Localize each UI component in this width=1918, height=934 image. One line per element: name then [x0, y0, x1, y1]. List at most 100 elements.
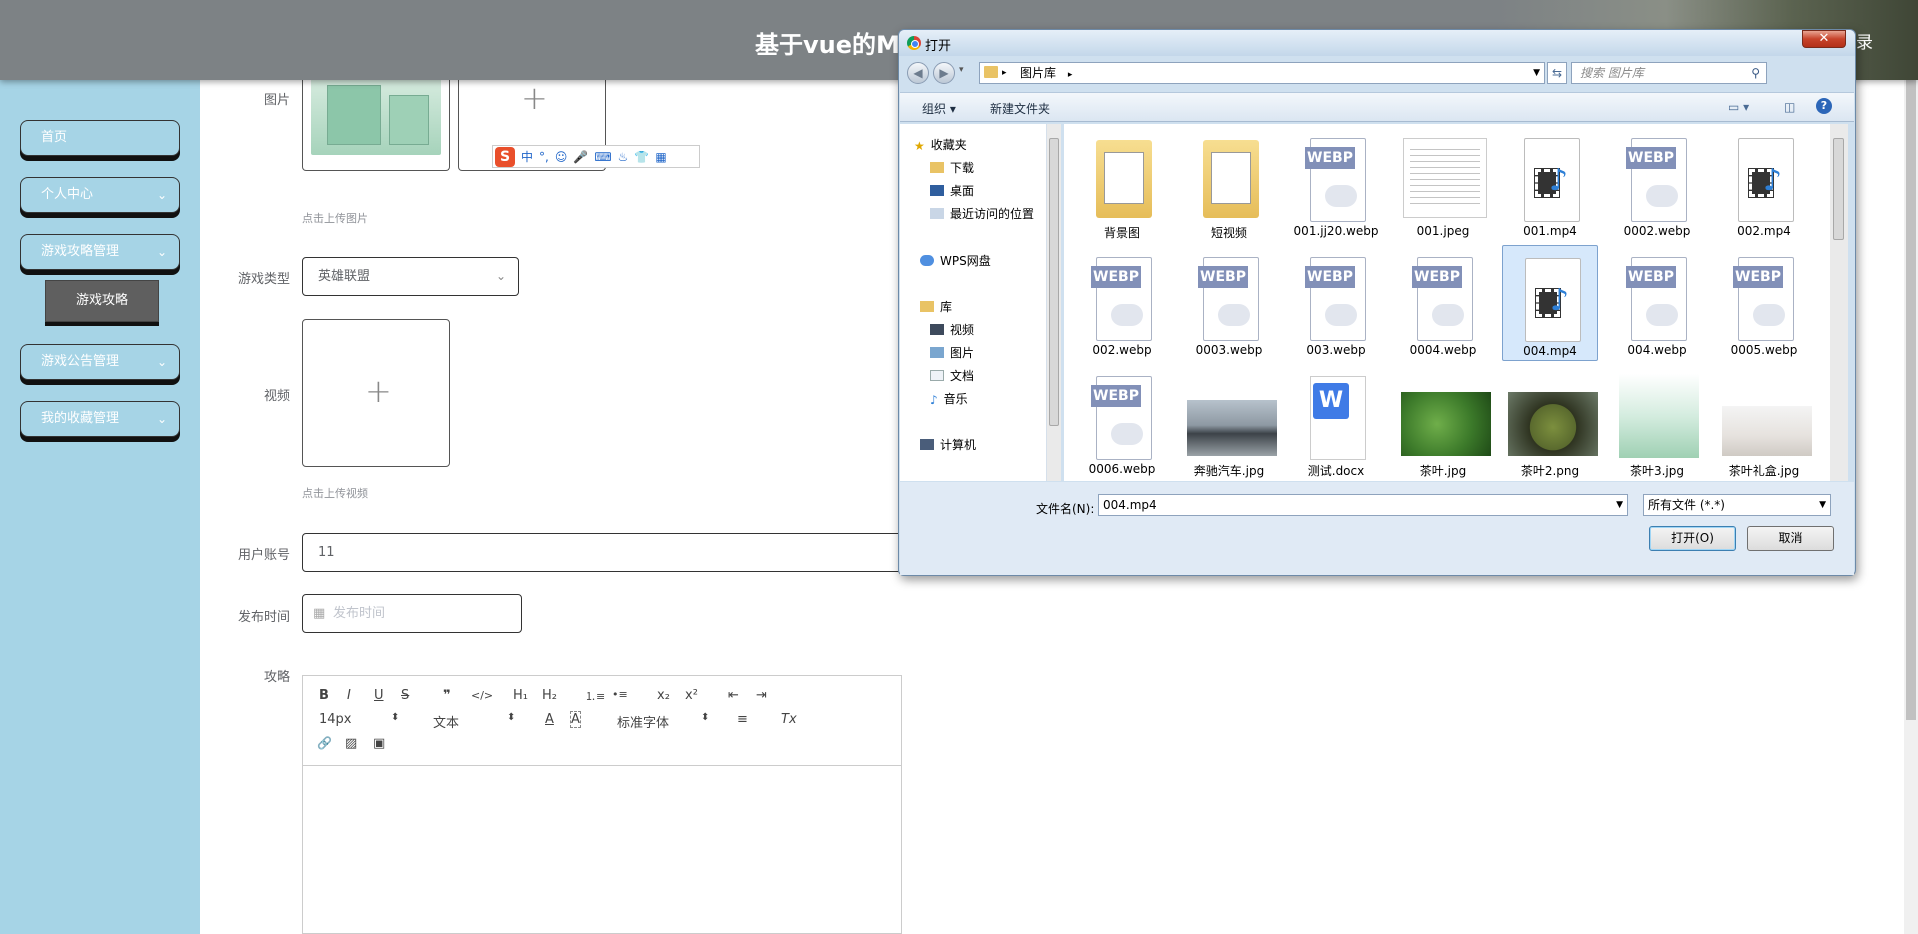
nav-pictures[interactable]: 图片	[930, 344, 974, 361]
file-item[interactable]: WEBP 0004.webp	[1395, 245, 1491, 361]
file-item[interactable]: WEBP 0002.webp	[1609, 126, 1705, 242]
nav-scrollbar-thumb[interactable]	[1049, 138, 1059, 426]
sidebar-subitem-game-strategy[interactable]: 游戏攻略	[45, 280, 159, 322]
file-item[interactable]: 短视频	[1181, 126, 1277, 242]
open-button[interactable]: 打开(O)	[1649, 526, 1736, 551]
chevron-down-icon[interactable]: ▼	[1819, 495, 1826, 515]
file-item[interactable]: WEBP 0006.webp	[1074, 364, 1170, 480]
editor-content-area[interactable]	[303, 767, 901, 933]
file-item[interactable]: WEBP 003.webp	[1288, 245, 1384, 361]
page-scrollbar-thumb[interactable]	[1906, 80, 1916, 720]
chevron-down-icon[interactable]: ▼	[1533, 63, 1540, 83]
nav-libraries[interactable]: 库	[920, 298, 952, 315]
bold-icon[interactable]: B	[319, 688, 329, 703]
file-item[interactable]: 001.jpeg	[1395, 126, 1491, 242]
sidebar-item-home[interactable]: 首页	[20, 120, 180, 156]
file-item[interactable]: 背景图	[1074, 126, 1170, 242]
superscript-icon[interactable]: x²	[685, 688, 698, 703]
recent-locations-icon[interactable]: ▾	[959, 65, 964, 75]
back-icon[interactable]: ◀	[907, 62, 929, 84]
punctuation-icon[interactable]: °,	[539, 150, 549, 164]
close-button[interactable]: ✕	[1802, 30, 1846, 48]
file-item[interactable]: 奔驰汽车.jpg	[1181, 364, 1277, 480]
bullet-list-icon[interactable]: •≡	[612, 688, 628, 701]
strikethrough-icon[interactable]: S	[401, 688, 409, 703]
breadcrumb-path[interactable]: 图片库	[1020, 66, 1056, 80]
skin-icon[interactable]: 👕	[634, 150, 649, 164]
ordered-list-icon[interactable]: ⒈≡	[585, 688, 605, 704]
heading-2-icon[interactable]: H₂	[542, 688, 557, 703]
outdent-icon[interactable]: ⇤	[728, 688, 739, 703]
block-type-select[interactable]: 文本	[433, 712, 459, 731]
nav-favorites[interactable]: ★ 收藏夹	[914, 136, 967, 153]
toolbox-icon[interactable]: ♨	[618, 150, 629, 164]
file-item[interactable]: WEBP 0003.webp	[1181, 245, 1277, 361]
organize-button[interactable]: 组织 ▾	[922, 100, 956, 117]
forward-icon[interactable]: ▶	[933, 62, 955, 84]
view-options-icon[interactable]: ▭ ▾	[1728, 100, 1749, 114]
file-type-select[interactable]: 所有文件 (*.*) ▼	[1643, 494, 1831, 516]
game-type-select[interactable]: 英雄联盟 ⌄	[302, 257, 519, 296]
emoji-icon[interactable]: ☺	[555, 150, 568, 164]
file-item[interactable]: 茶叶2.png	[1502, 364, 1598, 480]
nav-recent-places[interactable]: 最近访问的位置	[930, 205, 1034, 222]
clear-format-icon[interactable]: Tx	[781, 712, 797, 727]
nav-wps-cloud[interactable]: WPS网盘	[920, 252, 991, 269]
preview-pane-icon[interactable]: ◫	[1784, 100, 1795, 114]
dialog-titlebar[interactable]: 打开 ✕	[899, 30, 1855, 56]
file-item[interactable]: 茶叶礼盒.jpg	[1716, 364, 1812, 480]
sidebar-item-game-strategy-management[interactable]: 游戏攻略管理 ⌄	[20, 234, 180, 270]
nav-downloads[interactable]: 下载	[930, 159, 974, 176]
file-item[interactable]: 茶叶.jpg	[1395, 364, 1491, 480]
nav-music[interactable]: ♪ 音乐	[930, 390, 968, 407]
file-item[interactable]: WEBP 004.webp	[1609, 245, 1705, 361]
uploaded-image-thumbnail[interactable]	[302, 75, 450, 171]
sogou-logo-icon[interactable]: S	[495, 146, 515, 167]
link-icon[interactable]: 🔗	[317, 736, 332, 750]
file-list-scrollbar-thumb[interactable]	[1833, 138, 1844, 240]
ime-mode-icon[interactable]: 中	[521, 148, 533, 165]
help-icon[interactable]: ?	[1816, 98, 1832, 114]
refresh-icon[interactable]: ⇆	[1547, 62, 1567, 84]
filename-input[interactable]: 004.mp4 ▼	[1098, 494, 1628, 516]
align-icon[interactable]: ≡	[737, 712, 748, 727]
italic-icon[interactable]: I	[347, 688, 351, 703]
grid-icon[interactable]: ▦	[655, 150, 666, 164]
file-item[interactable]: WEBP 001.jj20.webp	[1288, 126, 1384, 242]
insert-video-icon[interactable]: ▣	[373, 736, 385, 751]
cancel-button[interactable]: 取消	[1747, 526, 1834, 551]
font-color-icon[interactable]: A	[545, 712, 554, 727]
code-icon[interactable]: </>	[471, 689, 493, 702]
file-item[interactable]: WEBP 0005.webp	[1716, 245, 1812, 361]
video-upload-button[interactable]: +	[302, 319, 450, 467]
logout-link[interactable]: 录	[1856, 28, 1873, 53]
font-family-select[interactable]: 标准字体	[617, 712, 669, 731]
sidebar-item-personal-center[interactable]: 个人中心 ⌄	[20, 177, 180, 213]
search-input[interactable]: 搜索 图片库 ⚲	[1571, 62, 1767, 84]
file-item[interactable]: W 测试.docx	[1288, 364, 1384, 480]
font-size-select[interactable]: 14px	[319, 712, 352, 727]
page-scrollbar[interactable]	[1904, 80, 1918, 934]
subscript-icon[interactable]: x₂	[657, 688, 670, 703]
indent-icon[interactable]: ⇥	[756, 688, 767, 703]
file-list-scrollbar[interactable]	[1830, 124, 1848, 481]
nav-videos[interactable]: 视频	[930, 321, 974, 338]
keyboard-icon[interactable]: ⌨	[594, 150, 611, 164]
underline-icon[interactable]: U	[374, 688, 384, 703]
heading-1-icon[interactable]: H₁	[513, 688, 528, 703]
sidebar-item-game-announcement-management[interactable]: 游戏公告管理 ⌄	[20, 344, 180, 380]
nav-documents[interactable]: 文档	[930, 367, 974, 384]
microphone-icon[interactable]: 🎤	[573, 150, 588, 164]
file-item[interactable]: 茶叶3.jpg	[1609, 364, 1705, 480]
file-item[interactable]: ♪ 002.mp4	[1716, 126, 1812, 242]
chevron-down-icon[interactable]: ▼	[1616, 495, 1623, 515]
new-folder-button[interactable]: 新建文件夹	[990, 100, 1050, 117]
search-icon[interactable]: ⚲	[1751, 63, 1760, 83]
background-color-icon[interactable]: A	[570, 711, 581, 728]
file-item[interactable]: WEBP 002.webp	[1074, 245, 1170, 361]
insert-image-icon[interactable]: ▨	[345, 736, 357, 751]
file-item[interactable]: ♪ 004.mp4	[1502, 245, 1598, 361]
account-input[interactable]: 11	[302, 533, 902, 572]
address-bar[interactable]: ▸ 图片库 ▸ ▼	[979, 62, 1545, 84]
nav-scrollbar[interactable]	[1047, 124, 1061, 481]
